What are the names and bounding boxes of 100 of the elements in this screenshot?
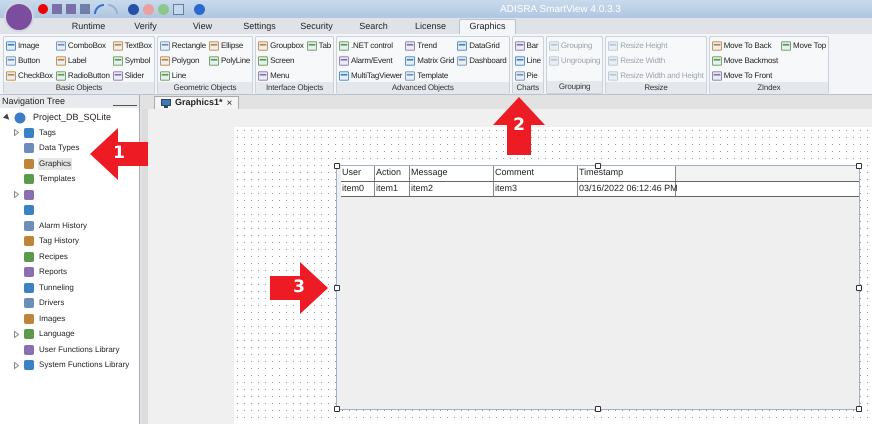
ribbon-button[interactable]: Matrix Grid	[405, 54, 454, 67]
tool-icon	[457, 56, 468, 66]
tree-node-icon	[23, 312, 35, 325]
column-header[interactable]: Message	[410, 166, 494, 181]
close-button[interactable]: ×	[226, 96, 232, 110]
tree-node-icon	[23, 204, 35, 216]
group-title: Advanced Objects	[336, 82, 509, 94]
ribbon-button[interactable]: Bar	[514, 39, 541, 52]
resize-handle[interactable]	[595, 406, 601, 412]
ribbon-tab[interactable]: Graphics	[459, 19, 516, 34]
ribbon-button[interactable]: Groupbox	[258, 39, 304, 52]
ribbon-button[interactable]: TextBox	[112, 39, 152, 52]
tree-node-icon	[23, 297, 35, 310]
resize-handle[interactable]	[856, 163, 862, 169]
tree-item[interactable]: System Functions Library	[38, 359, 130, 372]
ribbon-tab[interactable]: Security	[288, 19, 345, 34]
ribbon-button[interactable]: Menu	[258, 69, 304, 82]
column-header[interactable]: User	[341, 166, 375, 181]
tree-item[interactable]: Drivers	[38, 297, 66, 310]
ribbon-button[interactable]: Alarm/Event	[338, 54, 402, 67]
collapsed-arrow-icon[interactable]	[14, 362, 19, 369]
tree-item[interactable]: Reports	[38, 266, 68, 278]
tree-item[interactable]: Tag History	[38, 235, 80, 248]
tree-node-icon	[23, 220, 35, 232]
ribbon-tab[interactable]: Settings	[231, 19, 288, 34]
document-tab[interactable]: Graphics1* ×	[154, 96, 240, 109]
group-title: Geometric Objects	[158, 82, 252, 94]
tree-item[interactable]: Project_DB_SQLite	[33, 110, 112, 124]
tree-item[interactable]: Graphics	[38, 158, 72, 170]
ribbon-button[interactable]: Label	[56, 54, 110, 67]
resize-handle[interactable]	[856, 284, 862, 290]
tool-icon	[209, 40, 220, 50]
tree-node-icon	[23, 250, 35, 263]
ribbon-button[interactable]: Move Top	[781, 39, 826, 52]
tool-icon	[338, 40, 349, 50]
ribbon-button[interactable]: Dashboard	[457, 54, 507, 67]
tree-item[interactable]: Templates	[38, 173, 76, 186]
tool-icon	[6, 40, 16, 50]
ribbon-button[interactable]: Move To Back	[712, 39, 778, 52]
callout-number: 2	[512, 114, 526, 138]
tree-item[interactable]: Data Types	[38, 142, 80, 154]
collapsed-arrow-icon[interactable]	[14, 191, 19, 198]
globe-icon	[14, 112, 26, 124]
column-header[interactable]: Comment	[494, 166, 578, 181]
tree-item[interactable]: Recipes	[38, 250, 69, 263]
ribbon-tab[interactable]: Verify	[117, 19, 174, 34]
record-icon[interactable]	[38, 4, 48, 14]
ribbon-button[interactable]: Slider	[112, 69, 152, 82]
tree-node-icon	[23, 266, 35, 278]
ribbon-tab[interactable]: License	[402, 19, 459, 34]
ribbon-button[interactable]: Tab	[306, 39, 331, 52]
ribbon-button[interactable]: ComboBox	[56, 39, 110, 52]
ribbon-button[interactable]: Polygon	[160, 54, 206, 67]
ribbon-button[interactable]: Line	[160, 69, 206, 82]
ribbon-button[interactable]: .NET control	[338, 39, 402, 52]
data-grid[interactable]: User Action Message Comment Timestamp item0 item1 item2 item3 03/16/2022 06:12:46 PM	[336, 165, 860, 410]
ribbon-button[interactable]: Symbol	[112, 54, 152, 67]
collapsed-arrow-icon[interactable]	[14, 330, 19, 338]
tool-icon	[112, 56, 123, 66]
ribbon-button[interactable]: Move Backmost	[712, 54, 778, 67]
tree-item[interactable]: Tunneling	[38, 282, 75, 294]
ribbon-tab[interactable]: View	[174, 19, 231, 34]
ribbon-button[interactable]: Move To Front	[712, 69, 778, 82]
tool-icon	[608, 70, 618, 80]
window-title: ADISRA SmartView 4.0.3.3	[500, 2, 621, 16]
ribbon-button[interactable]: Template	[405, 69, 454, 82]
tool-icon	[160, 70, 170, 80]
tree-item[interactable]: Alarm History	[38, 220, 88, 232]
tool-icon	[6, 70, 16, 80]
undo-icon[interactable]	[94, 4, 104, 14]
resize-handle[interactable]	[595, 163, 601, 169]
callout-number: 1	[112, 142, 126, 166]
tool-icon	[56, 40, 66, 50]
ribbon-button[interactable]: PolyLine	[209, 54, 250, 67]
ribbon-button[interactable]: CheckBox	[6, 69, 53, 82]
ribbon-button[interactable]: DataGrid	[457, 39, 507, 52]
ribbon-tab[interactable]: Search	[345, 19, 402, 34]
ribbon-button[interactable]: Pie	[514, 69, 541, 82]
resize-handle[interactable]	[334, 284, 340, 290]
ribbon-button[interactable]: MultiTagViewer	[338, 69, 402, 82]
ribbon-button[interactable]: Ellipse	[209, 39, 250, 52]
tree-item[interactable]: User Functions Library	[38, 344, 120, 356]
ribbon-button[interactable]: Screen	[258, 54, 304, 67]
resize-handle[interactable]	[334, 163, 340, 169]
tree-item[interactable]: Tags	[38, 126, 57, 139]
tree-item[interactable]: Images	[38, 312, 66, 325]
column-header[interactable]: Action	[375, 166, 410, 181]
tree-item[interactable]: Language	[38, 328, 76, 340]
resize-handle[interactable]	[856, 406, 862, 412]
ribbon-tab[interactable]: Runtime	[60, 19, 117, 34]
callout-number: 3	[292, 276, 306, 300]
ribbon-button[interactable]: Trend	[405, 39, 454, 52]
resize-handle[interactable]	[334, 406, 340, 412]
ribbon-button[interactable]: Image	[6, 39, 53, 52]
ribbon-button[interactable]: Button	[6, 54, 53, 67]
ribbon-button[interactable]: Line	[514, 54, 541, 67]
tool-icon	[405, 56, 416, 66]
collapsed-arrow-icon[interactable]	[14, 129, 19, 136]
ribbon-button[interactable]: Rectangle	[160, 39, 206, 52]
ribbon-button[interactable]: RadioButton	[56, 69, 110, 82]
